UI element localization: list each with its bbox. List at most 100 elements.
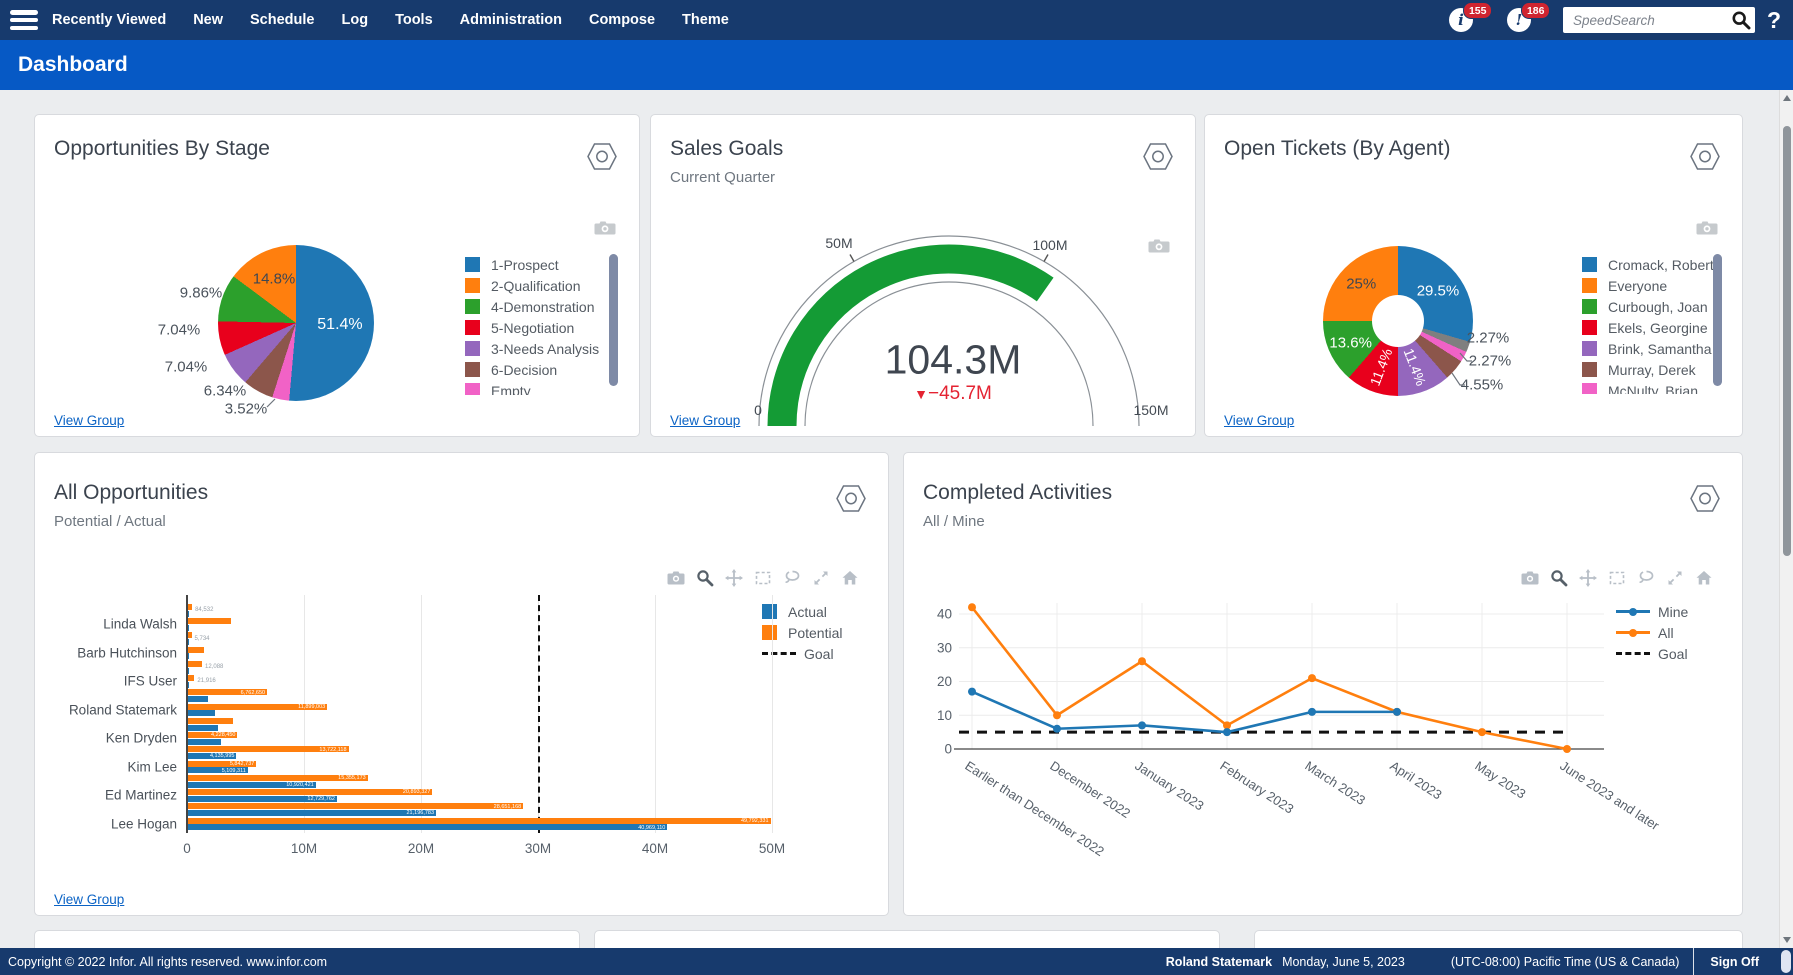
legend-item-mcnulty-brian[interactable]: McNulty, Brian (1582, 380, 1727, 394)
reset-axes-icon[interactable] (841, 569, 859, 587)
zoom-icon[interactable] (696, 569, 714, 587)
scrollbar-thumb[interactable] (1783, 126, 1791, 556)
pan-icon[interactable] (725, 569, 743, 587)
svg-text:January 2023: January 2023 (1132, 758, 1206, 813)
x-tick-label: 20M (408, 841, 434, 856)
legend-item-murray-derek[interactable]: Murray, Derek (1582, 359, 1727, 380)
bar-row-label: IFS User (37, 674, 177, 689)
potential-value: 6,762,650 (241, 690, 267, 696)
hamburger-menu-icon[interactable] (10, 10, 38, 30)
view-group-link[interactable]: View Group (1224, 413, 1294, 428)
bar-note-value: 84,532 (195, 607, 213, 613)
gauge-label-50m: 50M (825, 235, 852, 251)
legend-label: Brink, Samantha (1608, 341, 1712, 357)
legend-swatch (1582, 320, 1597, 335)
slice-label-6-decision: 6.34% (204, 383, 247, 400)
bar-row-label: Lee Hogan (37, 816, 177, 831)
legend-swatch (465, 299, 480, 314)
donut-legend: Cromack, RobertEveryoneCurbough, JoanEke… (1582, 254, 1727, 394)
nav-item-administration[interactable]: Administration (460, 12, 562, 28)
x-tick-label: 50M (759, 841, 785, 856)
view-group-link[interactable]: View Group (54, 892, 124, 907)
svg-text:February 2023: February 2023 (1217, 758, 1296, 817)
camera-icon[interactable] (1696, 219, 1718, 242)
scroll-down-arrow-icon[interactable] (1783, 937, 1791, 943)
widget-settings-icon[interactable] (587, 143, 617, 175)
notifications-alert-button[interactable]: ! 186 (1505, 5, 1551, 35)
search-icon[interactable] (1731, 10, 1751, 30)
slice-label-3-needs-analysis: 7.04% (165, 359, 208, 376)
potential-bar (188, 718, 233, 724)
legend-item-goal[interactable]: Goal (762, 643, 882, 664)
bar-row-label: Kim Lee (37, 759, 177, 774)
legend-scrollbar[interactable] (609, 254, 618, 386)
potential-value: 11,899,003 (298, 704, 327, 710)
actual-bar (188, 710, 215, 716)
nav-item-log[interactable]: Log (341, 12, 368, 28)
camera-icon[interactable] (594, 219, 616, 242)
legend-swatch (1582, 362, 1597, 377)
widget-settings-icon[interactable] (836, 485, 866, 517)
slice-label-5-negotiation: 7.04% (158, 322, 201, 339)
widget-subtitle: Potential / Actual (54, 513, 166, 530)
potential-bar (188, 818, 771, 824)
view-group-link[interactable]: View Group (670, 413, 740, 428)
bar-row-label: Roland Statemark (37, 702, 177, 717)
legend-item-brink-samantha[interactable]: Brink, Samantha (1582, 338, 1727, 359)
nav-item-schedule[interactable]: Schedule (250, 12, 314, 28)
legend-item-everyone[interactable]: Everyone (1582, 275, 1727, 296)
lasso-select-icon[interactable] (783, 569, 801, 587)
legend-swatch (465, 257, 480, 272)
actual-bar (188, 611, 189, 617)
widget-settings-icon[interactable] (1690, 143, 1720, 175)
scrollbar-cap (1781, 950, 1791, 973)
legend-item-ekels-georgine[interactable]: Ekels, Georgine (1582, 317, 1727, 338)
actual-value: 21,196,783 (407, 810, 437, 816)
page-scrollbar[interactable] (1779, 90, 1793, 948)
sign-off-button[interactable]: Sign Off (1693, 948, 1775, 975)
widget-all-opportunities: All Opportunities Potential / Actual Act… (34, 452, 889, 916)
legend-swatch (465, 362, 480, 377)
search-input[interactable] (1573, 9, 1731, 31)
legend-scrollbar[interactable] (1713, 254, 1722, 386)
legend-item-cromack-robert[interactable]: Cromack, Robert (1582, 254, 1727, 275)
view-group-link[interactable]: View Group (54, 413, 124, 428)
legend-item-potential[interactable]: Potential (762, 622, 882, 643)
legend-item-actual[interactable]: Actual (762, 601, 882, 622)
scroll-up-arrow-icon[interactable] (1783, 95, 1791, 101)
actual-bar (188, 639, 189, 645)
gauge-value: 104.3M (885, 337, 1022, 384)
footer-user: Roland Statemark (1166, 955, 1272, 969)
camera-icon[interactable] (667, 569, 685, 587)
box-select-icon[interactable] (754, 569, 772, 587)
nav-item-new[interactable]: New (193, 12, 223, 28)
legend-item-curbough-joan[interactable]: Curbough, Joan (1582, 296, 1727, 317)
notifications-info-button[interactable]: i 155 (1447, 5, 1493, 35)
nav-item-compose[interactable]: Compose (589, 12, 655, 28)
legend-swatch (1582, 257, 1597, 272)
legend-swatch (762, 625, 777, 640)
svg-text:20: 20 (937, 674, 952, 689)
autoscale-icon[interactable] (812, 569, 830, 587)
legend-swatch (1582, 278, 1597, 293)
svg-text:May 2023: May 2023 (1472, 758, 1528, 802)
x-gridline (421, 595, 422, 833)
svg-text:Earlier than December 2022: Earlier than December 2022 (962, 758, 1107, 859)
footer-timezone: (UTC-08:00) Pacific Time (US & Canada) (1451, 955, 1680, 969)
page-header: Dashboard (0, 40, 1793, 90)
svg-text:March 2023: March 2023 (1302, 758, 1368, 808)
potential-value: 28,651,168 (494, 804, 524, 810)
nav-item-theme[interactable]: Theme (682, 12, 729, 28)
help-button[interactable]: ? (1767, 7, 1785, 34)
footer-date: Monday, June 5, 2023 (1282, 955, 1405, 969)
potential-bar (188, 661, 202, 667)
nav-item-recently-viewed[interactable]: Recently Viewed (52, 12, 166, 28)
legend-label: Murray, Derek (1608, 362, 1696, 378)
legend-swatch (465, 278, 480, 293)
potential-value: 15,355,173 (338, 775, 368, 781)
slice-label-1-prospect: 51.4% (317, 316, 362, 334)
x-gridline (772, 595, 773, 833)
nav-item-tools[interactable]: Tools (395, 12, 433, 28)
legend-label: 1-Prospect (491, 257, 559, 273)
actual-bar (188, 810, 436, 816)
